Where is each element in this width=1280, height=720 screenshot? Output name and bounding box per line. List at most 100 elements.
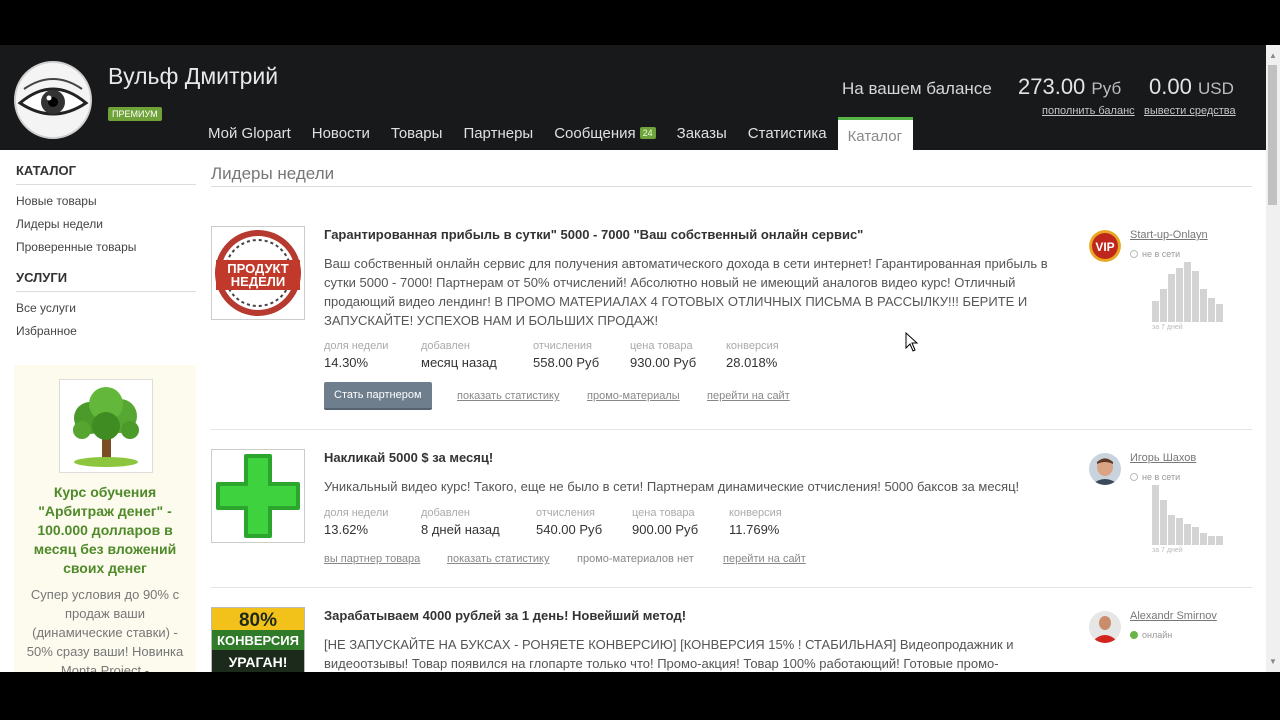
author-name[interactable]: Alexandr Smirnov [1130,610,1217,622]
promo-materials-link[interactable]: промо-материалы [587,390,680,402]
stat-label: цена товара [632,507,695,519]
show-stats-link[interactable]: показать статистику [457,390,559,402]
nav-catalog[interactable]: Каталог [837,117,914,150]
product-thumbnail[interactable]: 80% КОНВЕРСИЯ УРАГАН! [211,607,305,672]
sparkline-bar [1176,518,1183,545]
page-scrollbar[interactable]: ▲ ▼ [1266,45,1280,672]
status-text: онлайн [1142,630,1173,640]
author-avatar[interactable] [1089,611,1121,643]
thumb-text: НЕДЕЛИ [231,274,285,289]
stat-commission: отчисления 540.00 Руб [536,507,602,537]
product-description: [НЕ ЗАПУСКАЙТЕ НА БУКСАХ - РОНЯЕТЕ КОНВЕ… [324,637,1014,671]
stat-label: отчисления [536,507,596,519]
scrollbar-thumb[interactable] [1268,65,1277,205]
show-stats-link[interactable]: показать статистику [447,553,549,565]
product-title[interactable]: Зарабатываем 4000 рублей за 1 день! Нове… [324,608,686,623]
product-card: 80% КОНВЕРСИЯ УРАГАН! Зарабатываем 4000 … [211,607,1252,672]
stat-conversion: конверсия 28.018% [726,340,779,370]
sidebar: КАТАЛОГ Новые товары Лидеры недели Прове… [16,163,196,347]
stat-label: конверсия [726,340,779,352]
status-dot [1130,473,1138,481]
page-title: Лидеры недели [211,164,335,183]
become-partner-button[interactable]: Стать партнером [324,382,432,410]
go-to-site-link[interactable]: перейти на сайт [723,553,806,565]
money-tree-icon [73,387,139,467]
product-of-week-badge-icon: ПРОДУКТ НЕДЕЛИ [215,230,301,316]
nav-news[interactable]: Новости [302,117,381,150]
product-title[interactable]: Накликай 5000 $ за месяц! [324,450,493,465]
partner-status-link[interactable]: вы партнер товара [324,553,420,565]
product-thumbnail[interactable] [211,449,305,543]
author-name[interactable]: Игорь Шахов [1130,452,1196,464]
nav-products[interactable]: Товары [381,117,454,150]
product-title[interactable]: Гарантированная прибыль в сутки" 5000 - … [324,227,863,242]
nav-label: Статистика [747,125,827,142]
promo-title[interactable]: Курс обучения "Арбитраж денег" - 100.000… [26,483,184,578]
author-status: не в сети [1130,249,1180,259]
nav-messages[interactable]: Сообщения 24 [544,117,666,150]
sparkline-bar [1216,536,1223,545]
browser-viewport: Вульф Дмитрий ПРЕМИУМ На вашем балансе 2… [0,45,1280,672]
nav-label: Партнеры [463,125,534,142]
author-avatar[interactable] [1089,453,1121,485]
nav-label: Сообщения [554,125,636,142]
stat-share: доля недели 13.62% [324,507,388,537]
stat-label: конверсия [729,507,782,519]
nav-label: Заказы [676,125,727,142]
scroll-up-arrow-icon[interactable]: ▲ [1269,51,1277,60]
nav-statistics[interactable]: Статистика [738,117,838,150]
thumb-text: 80% [239,610,277,631]
sidebar-item-weekly-leaders[interactable]: Лидеры недели [16,217,196,231]
scroll-down-arrow-icon[interactable]: ▼ [1269,657,1277,666]
nav-orders[interactable]: Заказы [667,117,738,150]
sparkline-bar [1208,536,1215,545]
sidebar-services-heading: УСЛУГИ [16,270,196,292]
sidebar-item-all-services[interactable]: Все услуги [16,301,196,315]
stat-conversion: конверсия 11.769% [729,507,782,537]
stat-added: добавлен месяц назад [421,340,497,370]
user-avatar[interactable] [14,61,92,139]
sidebar-item-favorites[interactable]: Избранное [16,324,196,338]
author-status: не в сети [1130,472,1180,482]
stat-value: 8 дней назад [421,522,500,537]
stat-commission: отчисления 558.00 Руб [533,340,599,370]
author-name[interactable]: Start-up-Onlayn [1130,229,1208,241]
sidebar-item-new-products[interactable]: Новые товары [16,194,196,208]
sparkline-bar [1192,527,1199,545]
sales-sparkline [1152,643,1224,672]
status-text: не в сети [1142,249,1181,259]
author-avatar[interactable]: VIP [1089,230,1121,262]
main-nav: Мой Glopart Новости Товары Партнеры Сооб… [198,117,914,150]
product-thumbnail[interactable]: ПРОДУКТ НЕДЕЛИ [211,226,305,320]
sparkline-bar [1160,289,1167,322]
sidebar-item-verified-products[interactable]: Проверенные товары [16,240,196,254]
sales-sparkline [1152,262,1223,322]
stat-price: цена товара 930.00 Руб [630,340,696,370]
nav-label: Товары [390,125,443,142]
product-description: Ваш собственный онлайн сервис для получе… [324,256,1048,328]
withdraw-link[interactable]: вывести средства [1144,105,1236,117]
stat-value: 900.00 Руб [632,522,699,537]
person-avatar-icon [1089,611,1121,643]
stat-value: 558.00 Руб [533,355,600,370]
stat-label: цена товара [630,340,693,352]
topup-link[interactable]: пополнить баланс [1042,105,1135,117]
sparkline-bar [1184,262,1191,322]
balance-label: На вашем балансе [842,79,992,98]
sidebar-promo-ad[interactable]: Курс обучения "Арбитраж денег" - 100.000… [14,365,196,672]
nav-my-glopart[interactable]: Мой Glopart [198,117,302,150]
balance-rub: 273.00 Руб [1018,74,1121,100]
nav-label: Каталог [847,128,903,145]
stat-price: цена товара 900.00 Руб [632,507,698,537]
sparkline-bar [1168,515,1175,545]
nav-partners[interactable]: Партнеры [453,117,544,150]
stat-value: 11.769% [729,522,780,537]
sparkline-bar [1152,485,1159,545]
stat-value: 930.00 Руб [630,355,697,370]
go-to-site-link[interactable]: перейти на сайт [707,390,790,402]
green-cross-icon [212,450,304,542]
sparkline-bar [1200,533,1207,545]
username[interactable]: Вульф Дмитрий [108,63,278,90]
stat-label: доля недели [324,340,389,352]
sparkline-bar [1160,500,1167,545]
